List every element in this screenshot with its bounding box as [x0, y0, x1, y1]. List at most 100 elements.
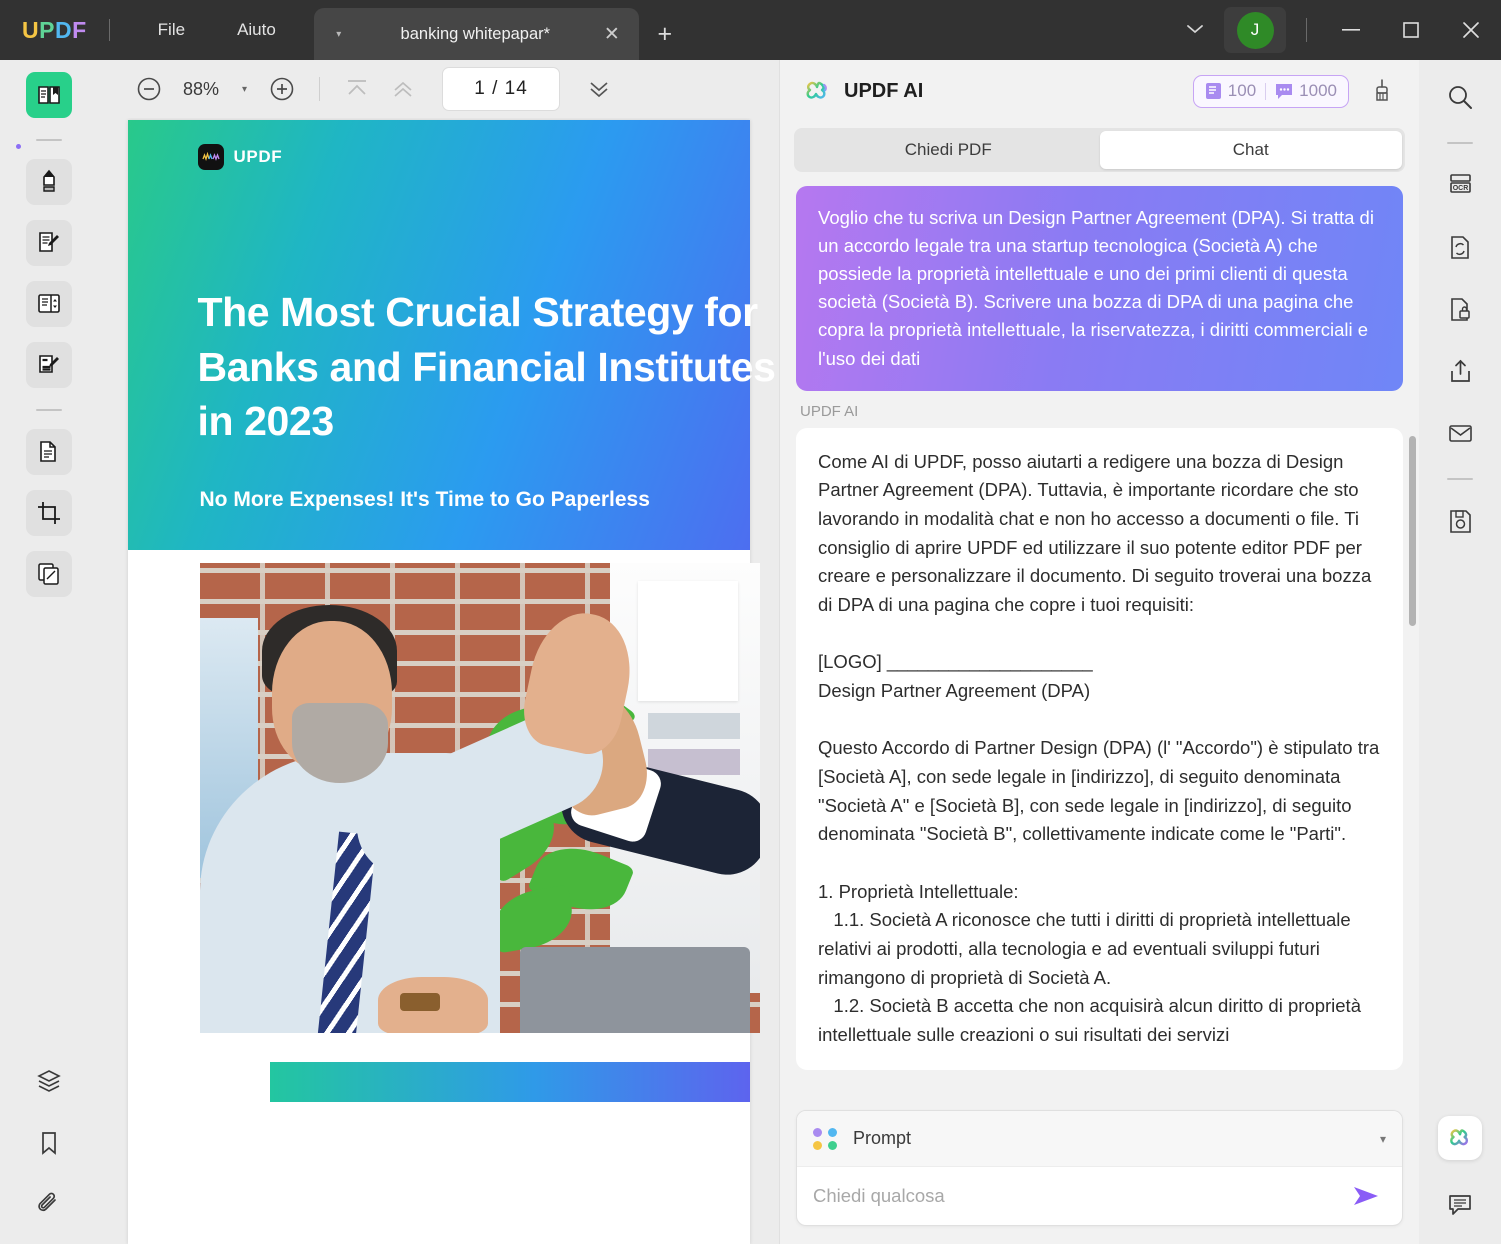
- toolbar-divider: [319, 77, 321, 101]
- logo-letter-f: F: [72, 16, 87, 43]
- document-credit-icon: [1205, 83, 1221, 99]
- tab-chat[interactable]: Chat: [1099, 131, 1402, 169]
- title-bar-left: U P D F File Aiuto ▾ banking whitepapar*…: [0, 0, 691, 60]
- sidebar-attachment-icon[interactable]: [26, 1182, 72, 1228]
- pdf-title: The Most Crucial Strategy for Banks and …: [197, 289, 776, 445]
- minimize-button[interactable]: [1321, 0, 1381, 60]
- chat-credit-count: 1000: [1299, 81, 1337, 100]
- first-page-button[interactable]: [336, 68, 378, 110]
- account-button[interactable]: J: [1224, 7, 1286, 53]
- pdf-brand-row: UPDF: [197, 144, 750, 170]
- zoom-dropdown-icon[interactable]: ▾: [232, 84, 257, 95]
- tab-chiedi-pdf[interactable]: Chiedi PDF: [797, 131, 1100, 169]
- tab-dropdown-icon[interactable]: ▾: [328, 29, 350, 40]
- pdf-page-1[interactable]: UPDF The Most Crucial Strategy for Banks…: [127, 120, 776, 1244]
- updf-window: U P D F File Aiuto ▾ banking whitepapar*…: [0, 0, 1501, 1244]
- pdf-hero-section: UPDF The Most Crucial Strategy for Banks…: [127, 120, 776, 550]
- zoom-level: 88%: [182, 78, 220, 99]
- ocr-icon[interactable]: OCR: [1437, 162, 1483, 208]
- search-icon[interactable]: [1437, 74, 1483, 120]
- new-tab-button[interactable]: +: [639, 8, 691, 60]
- convert-icon[interactable]: [1437, 224, 1483, 270]
- maximize-button[interactable]: [1381, 0, 1441, 60]
- ai-mode-tabs: Chiedi PDF Chat: [794, 128, 1405, 172]
- clear-chat-broom-icon[interactable]: [1361, 78, 1403, 104]
- comment-icon[interactable]: [1437, 1182, 1483, 1228]
- pdf-photo-section: [128, 550, 760, 1102]
- sidebar-crop-icon[interactable]: [26, 490, 72, 536]
- chevron-down-icon[interactable]: [1172, 22, 1218, 39]
- sidebar-bookmark-icon[interactable]: [26, 1120, 72, 1166]
- chat-composer: Prompt ▾: [796, 1110, 1403, 1226]
- right-rail-divider-1: [1447, 142, 1473, 144]
- ai-panel-title: UPDF AI: [844, 79, 924, 102]
- user-message-bubble: Voglio che tu scriva un Design Partner A…: [796, 186, 1403, 391]
- protect-icon[interactable]: [1437, 286, 1483, 332]
- titlebar-right-divider: [1306, 18, 1307, 42]
- zoom-in-button[interactable]: [261, 68, 303, 110]
- email-icon[interactable]: [1437, 410, 1483, 456]
- right-rail-divider-2: [1447, 478, 1473, 480]
- svg-text:OCR: OCR: [1452, 185, 1468, 192]
- credits-divider: [1265, 82, 1267, 100]
- chat-scrollbar[interactable]: [1409, 436, 1416, 626]
- avatar: J: [1236, 11, 1274, 49]
- assistant-label: UPDF AI: [800, 402, 859, 420]
- pdf-cover-photo: [199, 563, 760, 1033]
- page-indicator[interactable]: 1 / 14: [442, 67, 561, 111]
- sidebar-convert-doc-icon[interactable]: [26, 429, 72, 475]
- pdf-brand-label: UPDF: [233, 147, 283, 166]
- sidebar-layers-icon[interactable]: [26, 1058, 72, 1104]
- title-bar-right: J: [1172, 0, 1501, 60]
- sidebar-page-edit-icon[interactable]: [26, 281, 72, 327]
- chat-input[interactable]: [813, 1185, 1346, 1207]
- rail-divider-2: [36, 409, 62, 411]
- pdf-logo-icon: [197, 144, 224, 170]
- ai-panel: UPDF AI 100 1000 Chiedi PDF Chat Voglio …: [779, 60, 1419, 1244]
- prompt-selector[interactable]: Prompt ▾: [797, 1111, 1402, 1167]
- document-credits: 100: [1205, 81, 1256, 101]
- credits-badge[interactable]: 100 1000: [1192, 74, 1349, 108]
- sidebar-edit-pdf-icon[interactable]: [26, 220, 72, 266]
- menu-aiuto[interactable]: Aiuto: [211, 0, 302, 60]
- chevron-down-icon[interactable]: ▾: [1380, 1132, 1386, 1146]
- ai-panel-header: UPDF AI 100 1000: [780, 60, 1419, 122]
- sidebar-organize-icon[interactable]: [26, 551, 72, 597]
- sidebar-form-icon[interactable]: [26, 342, 72, 388]
- ai-assistant-icon[interactable]: [1438, 1116, 1482, 1160]
- updf-ai-clover-icon: [802, 76, 832, 106]
- titlebar-divider: [108, 19, 110, 41]
- pdf-subtitle: No More Expenses! It's Time to Go Paperl…: [199, 488, 650, 511]
- chat-credit-icon: [1276, 83, 1293, 99]
- chat-scroll-area[interactable]: Voglio che tu scriva un Design Partner A…: [780, 186, 1419, 1098]
- viewer-toolbar: 88% ▾ 1 / 14: [98, 60, 779, 118]
- title-bar: U P D F File Aiuto ▾ banking whitepapar*…: [0, 0, 1501, 60]
- logo-letter-p: P: [39, 16, 55, 43]
- next-page-button[interactable]: [578, 68, 620, 110]
- tab-close-icon[interactable]: ✕: [597, 23, 627, 46]
- logo-letter-u: U: [22, 16, 40, 43]
- document-tab[interactable]: ▾ banking whitepapar* ✕: [313, 8, 639, 60]
- logo-letter-d: D: [54, 16, 73, 43]
- close-button[interactable]: [1441, 0, 1501, 60]
- tab-title: banking whitepapar*: [400, 24, 551, 43]
- pdf-gradient-band: [269, 1062, 750, 1102]
- sidebar-reader-icon[interactable]: [26, 72, 72, 118]
- rail-divider-1: [36, 139, 62, 141]
- previous-page-button[interactable]: [382, 68, 424, 110]
- save-icon[interactable]: [1437, 498, 1483, 544]
- tab-strip: ▾ banking whitepapar* ✕ +: [313, 0, 691, 60]
- left-toolbar: [0, 60, 98, 1244]
- share-icon[interactable]: [1437, 348, 1483, 394]
- assistant-message-bubble: Come AI di UPDF, posso aiutarti a redige…: [796, 427, 1403, 1070]
- document-area[interactable]: UPDF The Most Crucial Strategy for Banks…: [98, 118, 779, 1244]
- send-button[interactable]: [1346, 1184, 1386, 1208]
- document-credit-count: 100: [1227, 81, 1257, 100]
- sidebar-highlight-icon[interactable]: [26, 159, 72, 205]
- pdf-viewer: 88% ▾ 1 / 14 UPDF The Most Crucial Strat…: [98, 60, 779, 1244]
- zoom-out-button[interactable]: [128, 68, 170, 110]
- unsaved-indicator-dot: [16, 144, 21, 149]
- menu-file[interactable]: File: [132, 0, 211, 60]
- prompt-dots-icon: [813, 1127, 839, 1150]
- app-body: 88% ▾ 1 / 14 UPDF The Most Crucial Strat…: [0, 60, 1501, 1244]
